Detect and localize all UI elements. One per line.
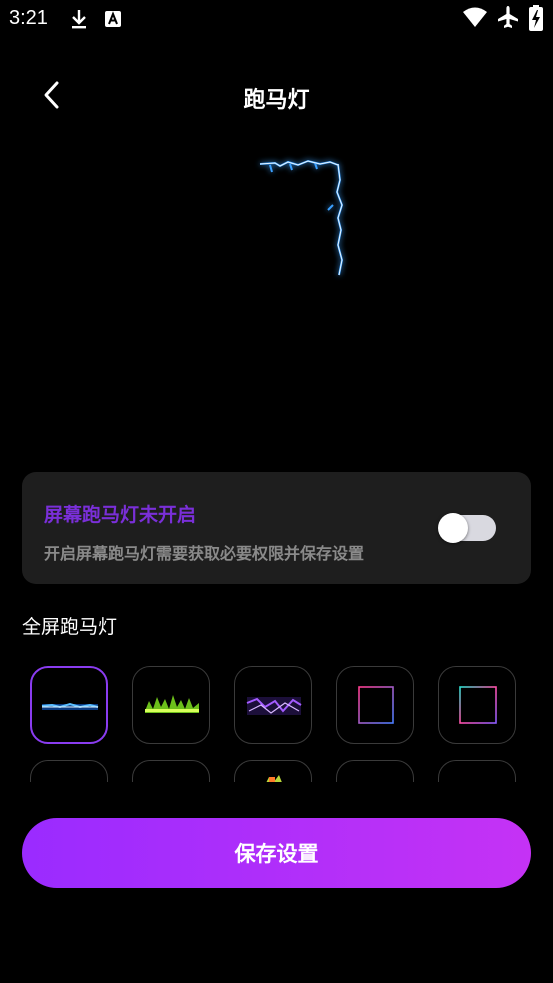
- marquee-style-grid[interactable]: [22, 660, 531, 782]
- a-notification-icon: [105, 11, 121, 27]
- download-icon: [72, 10, 86, 29]
- blue-lightning-preview: [259, 159, 344, 276]
- airplane-icon: [498, 6, 518, 28]
- status-time: 3:21: [9, 7, 48, 29]
- marquee-toggle[interactable]: [438, 513, 498, 543]
- style-thumb-blue-lightning[interactable]: [30, 666, 108, 744]
- save-settings-button[interactable]: 保存设置: [22, 818, 531, 888]
- marquee-status-title: 屏幕跑马灯未开启: [44, 504, 197, 526]
- battery-charging-icon: [529, 5, 543, 31]
- marquee-status-card: 屏幕跑马灯未开启 开启屏幕跑马灯需要获取必要权限并保存设置: [22, 472, 531, 584]
- style-thumb-10[interactable]: [438, 760, 516, 782]
- status-bar: 3:21: [0, 0, 553, 38]
- green-fire-thumb-icon: [145, 695, 199, 713]
- header: 跑马灯: [0, 70, 553, 120]
- style-thumb-green-fire[interactable]: [132, 666, 210, 744]
- style-thumb-7[interactable]: [132, 760, 210, 782]
- style-thumb-6[interactable]: [30, 760, 108, 782]
- purple-lightning-thumb-icon: [246, 697, 302, 715]
- pink-blue-frame-thumb-icon: [358, 686, 394, 724]
- style-thumb-rainbow-frame[interactable]: [438, 666, 516, 744]
- style-7-thumb-icon: [133, 761, 210, 782]
- rainbow-frame-thumb-icon: [459, 686, 497, 724]
- style-thumb-9[interactable]: [336, 760, 414, 782]
- fullscreen-section-title: 全屏跑马灯: [22, 616, 118, 638]
- marquee-preview: [230, 150, 360, 300]
- style-thumb-pink-blue-frame[interactable]: [336, 666, 414, 744]
- marquee-status-description: 开启屏幕跑马灯需要获取必要权限并保存设置: [44, 544, 365, 563]
- toggle-thumb: [438, 513, 468, 543]
- save-settings-label: 保存设置: [234, 842, 319, 866]
- page-title: 跑马灯: [243, 88, 310, 113]
- style-thumb-8[interactable]: [234, 760, 312, 782]
- blue-lightning-thumb-icon: [41, 702, 99, 710]
- style-thumb-purple-lightning[interactable]: [234, 666, 312, 744]
- wifi-icon: [463, 7, 487, 27]
- style-8-thumb-icon: [266, 775, 282, 782]
